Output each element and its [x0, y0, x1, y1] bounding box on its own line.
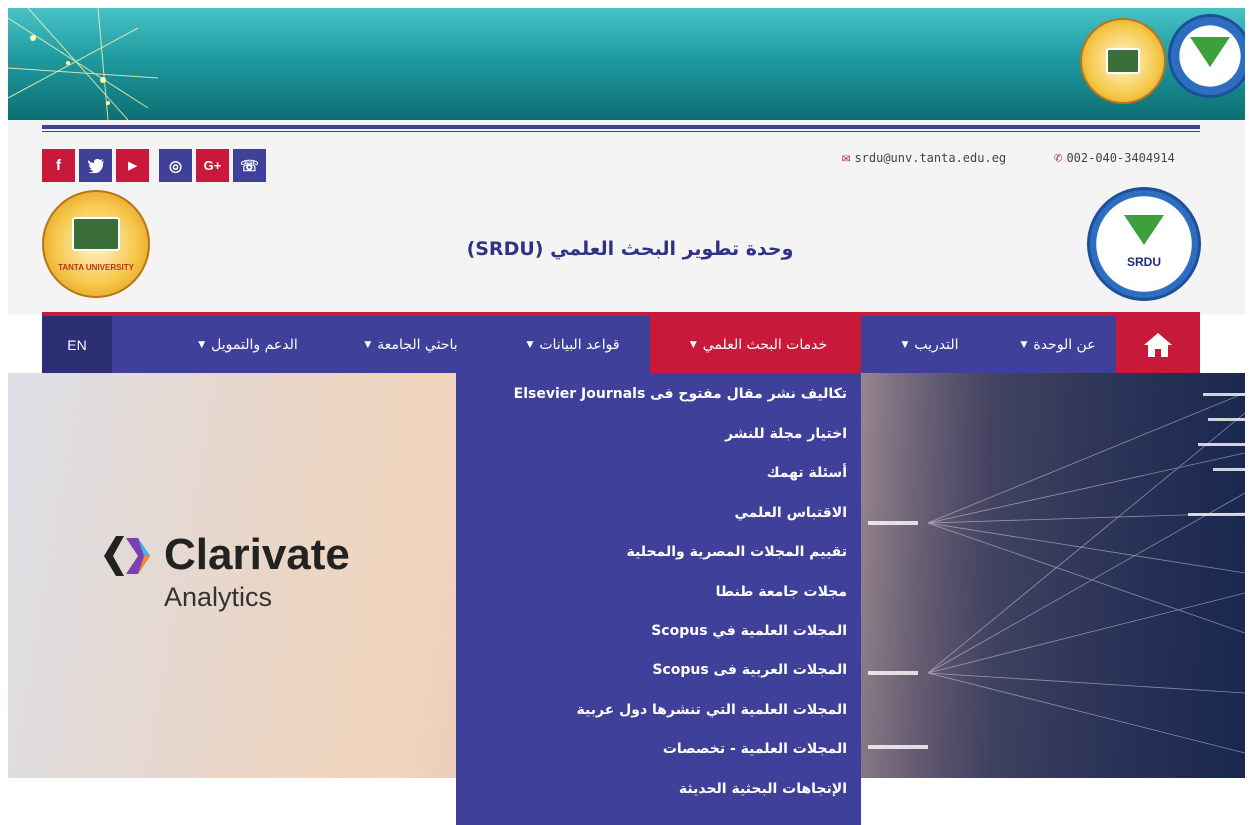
dropdown-item[interactable]: اختيار مجلة للنشر [467, 426, 847, 442]
youtube-icon[interactable]: ▶ [116, 149, 149, 182]
dropdown-item[interactable]: المجلات العلمية - تخصصات [467, 741, 847, 757]
chevron-down-icon: ▼ [901, 339, 909, 350]
dropdown-item[interactable]: تقييم المجلات المصرية والمحلية [467, 544, 847, 560]
chevron-down-icon: ▼ [689, 339, 697, 350]
clarivate-mark-icon [104, 536, 150, 576]
srdu-logo-small[interactable] [1168, 14, 1245, 98]
srdu-logo[interactable]: SRDU [1087, 187, 1201, 301]
email-contact[interactable]: ✉ srdu@unv.tanta.edu.eg [842, 150, 1006, 166]
nav-about-label: عن الوحدة [1033, 336, 1096, 353]
nav-research-services-label: خدمات البحث العلمي [702, 336, 828, 353]
chevron-down-icon: ▼ [364, 339, 372, 350]
nav-funding-label: الدعم والتمويل [211, 336, 298, 353]
google-plus-icon[interactable]: G+ [196, 149, 229, 182]
nav-support-funding[interactable]: الدعم والتمويل ▼ [165, 316, 325, 373]
nav-databases[interactable]: قواعد البيانات ▼ [500, 316, 640, 373]
page-title: وحدة تطوير البحث العلمي (SRDU) [466, 238, 794, 260]
dropdown-item[interactable]: مجلات جامعة طنطا [467, 584, 847, 600]
network-lines-decoration [868, 392, 1245, 754]
sparkle-decoration-icon [8, 8, 158, 120]
nav-about[interactable]: عن الوحدة ▼ [1003, 316, 1107, 373]
dropdown-item[interactable]: الاقتباس العلمي [467, 505, 848, 521]
header-divider [42, 125, 1200, 129]
dropdown-item[interactable]: الإتجاهات البحثية الحديثة [467, 781, 847, 797]
srdu-seal-text: SRDU [1126, 255, 1161, 269]
header-divider-thin [42, 131, 1200, 132]
facebook-icon[interactable]: f [42, 149, 75, 182]
book-icon [1106, 48, 1140, 74]
tanta-university-logo-small[interactable] [1080, 18, 1166, 104]
dropdown-item[interactable]: المجلات العلمية في Scopus [467, 623, 847, 639]
phone-text: 002-040-3404914 [1066, 151, 1175, 165]
chevron-down-icon: ▼ [1020, 339, 1028, 350]
instagram-icon[interactable]: ◎ [159, 149, 192, 182]
nav-training[interactable]: التدريب ▼ [877, 316, 977, 373]
nav-research-services[interactable]: خدمات البحث العلمي ▼ [650, 316, 861, 373]
dropdown-item[interactable]: المجلات العربية فى Scopus [467, 662, 847, 678]
home-icon [1144, 332, 1172, 357]
phone-icon: ✆ [1054, 150, 1063, 166]
book-icon [71, 216, 120, 251]
nav-training-label: التدريب [914, 336, 959, 353]
chevron-down-icon: ▼ [198, 339, 206, 350]
tanta-university-logo[interactable]: TANTA UNIVERSITY [42, 190, 150, 298]
research-services-dropdown: تكاليف نشر مقال مفتوح فى Elsevier Journa… [456, 373, 861, 825]
clarivate-subtitle: Analytics [164, 582, 273, 612]
dropdown-item[interactable]: المجلات العلمية التي تنشرها دول عربية [467, 702, 847, 718]
whatsapp-icon[interactable]: ☏ [233, 149, 266, 182]
clarivate-wordmark: Clarivate [164, 530, 350, 579]
twitter-icon[interactable] [79, 149, 112, 182]
envelope-icon: ✉ [842, 150, 851, 166]
top-banner [8, 8, 1245, 120]
email-text[interactable]: srdu@unv.tanta.edu.eg [854, 151, 1006, 165]
nav-databases-label: قواعد البيانات [539, 336, 620, 353]
dropdown-item[interactable]: أسئلة تهمك [467, 465, 847, 481]
nav-home[interactable] [1116, 316, 1200, 373]
phone-contact: ✆ 002-040-3404914 [1054, 150, 1175, 166]
tanta-seal-text: TANTA UNIVERSITY [58, 262, 134, 272]
triangle-emblem-icon [1190, 37, 1230, 67]
nav-university-researchers[interactable]: باحثي الجامعة ▼ [338, 316, 478, 373]
nav-researchers-label: باحثي الجامعة [377, 336, 458, 353]
dropdown-item[interactable]: تكاليف نشر مقال مفتوح فى Elsevier Journa… [467, 386, 847, 402]
chevron-down-icon: ▼ [526, 339, 534, 350]
language-switch-en[interactable]: EN [42, 316, 112, 373]
triangle-emblem-icon [1124, 215, 1164, 245]
